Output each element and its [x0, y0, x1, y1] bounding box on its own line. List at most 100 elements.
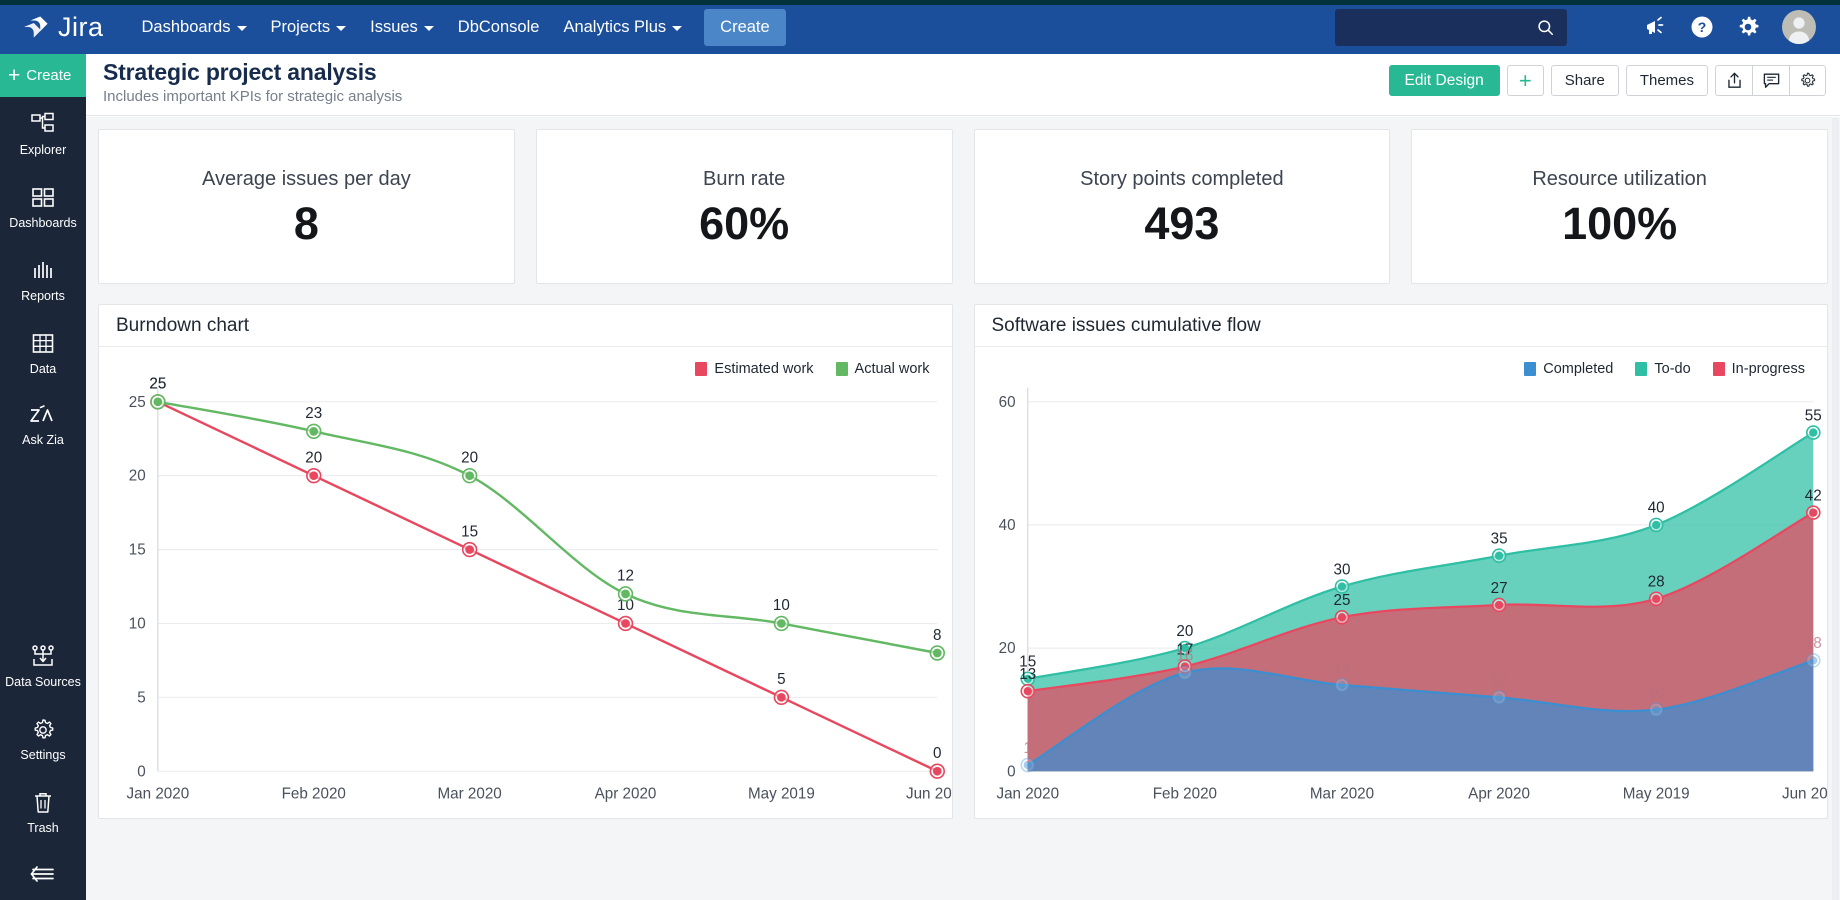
nav-item-issues[interactable]: Issues: [358, 0, 446, 54]
svg-text:16: 16: [1176, 648, 1193, 665]
svg-text:18: 18: [1804, 635, 1821, 652]
legend-item-estimated-work[interactable]: Estimated work: [695, 361, 814, 378]
sidebar-item-label: Dashboards: [9, 216, 77, 230]
avatar[interactable]: [1782, 10, 1816, 44]
legend-item-todo[interactable]: To-do: [1635, 361, 1691, 378]
legend-label: Estimated work: [714, 361, 814, 378]
svg-text:28: 28: [1647, 574, 1664, 591]
top-navigation-bar: Jira Dashboards Projects Issues DbConsol…: [0, 0, 1840, 54]
svg-text:10: 10: [1647, 685, 1664, 702]
sidebar-item-label: Explorer: [19, 143, 67, 157]
sidebar-collapse-button[interactable]: [0, 848, 86, 900]
comment-icon: [1763, 73, 1779, 88]
comment-button[interactable]: [1752, 65, 1789, 96]
svg-text:20: 20: [998, 640, 1015, 657]
svg-text:Mar 2020: Mar 2020: [1309, 786, 1373, 803]
kpi-card-story-points-completed[interactable]: Story points completed 493: [973, 129, 1391, 284]
svg-text:40: 40: [998, 517, 1015, 534]
svg-text:May 2019: May 2019: [748, 786, 815, 803]
svg-text:Jun 2020: Jun 2020: [906, 786, 952, 803]
chart-card-burndown[interactable]: Burndown chart Estimated work Actual wor…: [98, 304, 953, 819]
svg-text:Apr 2020: Apr 2020: [595, 786, 657, 803]
sidebar-item-label: Reports: [21, 289, 65, 303]
nav-label: DbConsole: [457, 17, 540, 36]
dashboard-settings-button[interactable]: [1789, 65, 1826, 96]
add-widget-button[interactable]: +: [1506, 65, 1544, 96]
svg-text:0: 0: [1007, 763, 1015, 780]
svg-text:Jun 2020: Jun 2020: [1781, 786, 1827, 803]
data-sources-icon: [32, 645, 54, 666]
nav-item-analytics-plus[interactable]: Analytics Plus: [551, 0, 694, 54]
svg-text:23: 23: [305, 405, 322, 422]
burndown-chart-plot: 0 5 10 15 20 25 Jan 2020 Feb 2020 Mar 2020 Apr 20…: [127, 376, 952, 803]
nav-item-dbconsole[interactable]: DbConsole: [446, 0, 552, 54]
kpi-card-average-issues-per-day[interactable]: Average issues per day 8: [98, 129, 515, 284]
legend-label: Completed: [1543, 361, 1614, 378]
kpi-card-row: Average issues per day 8 Burn rate 60% S…: [98, 129, 1828, 284]
nav-item-projects[interactable]: Projects: [259, 0, 359, 54]
sidebar-item-data[interactable]: Data: [0, 316, 86, 389]
jira-logo[interactable]: Jira: [24, 11, 104, 42]
share-button[interactable]: Share: [1550, 65, 1619, 96]
svg-text:20: 20: [461, 450, 478, 467]
legend-swatch: [835, 362, 848, 377]
kpi-card-burn-rate[interactable]: Burn rate 60%: [535, 129, 953, 284]
sidebar-item-ask-zia[interactable]: Ask Zia: [0, 389, 86, 460]
legend-label: To-do: [1654, 361, 1691, 378]
legend-item-completed[interactable]: Completed: [1524, 361, 1613, 377]
kpi-value: 493: [1144, 197, 1220, 249]
kpi-label: Story points completed: [1080, 167, 1284, 190]
sidebar-item-reports[interactable]: Reports: [0, 243, 86, 316]
sidebar-create-button[interactable]: + Create: [0, 54, 86, 97]
topnav-create-button[interactable]: Create: [704, 8, 786, 46]
svg-text:20: 20: [129, 468, 146, 485]
legend-label: Actual work: [854, 361, 930, 378]
chart-title: Burndown chart: [116, 314, 250, 336]
header-icon-button-group: [1715, 65, 1826, 96]
svg-text:42: 42: [1804, 488, 1821, 505]
announcement-icon[interactable]: [1644, 16, 1668, 38]
themes-button[interactable]: Themes: [1625, 65, 1708, 96]
legend-swatch: [1712, 362, 1725, 377]
export-button[interactable]: [1715, 65, 1752, 96]
sidebar-create-label: Create: [26, 67, 72, 84]
svg-text:10: 10: [773, 597, 790, 614]
page-title: Strategic project analysis: [103, 59, 377, 85]
kpi-label: Burn rate: [702, 167, 786, 190]
jira-brand-text: Jira: [58, 11, 104, 42]
page-scrollbar[interactable]: [1832, 118, 1839, 900]
chevron-down-icon: [672, 26, 683, 31]
settings-icon[interactable]: [1736, 15, 1760, 39]
chevron-down-icon: [236, 26, 247, 31]
chart-card-cumulative-flow[interactable]: Software issues cumulative flow Complete…: [973, 304, 1828, 819]
cumulative-flow-chart-body: Completed To-do In-progress 0 20 40 60 Jan 2…: [975, 347, 1827, 818]
sidebar-item-data-sources[interactable]: Data Sources: [0, 629, 86, 702]
cumulative-flow-chart-plot: 0 20 40 60 Jan 2020 Feb 2020 Mar 2020 Apr 2020 M…: [996, 387, 1827, 803]
kpi-value: 8: [293, 197, 319, 249]
sidebar-item-dashboards[interactable]: Dashboards: [0, 170, 86, 243]
sidebar-item-trash[interactable]: Trash: [0, 775, 86, 848]
svg-text:14: 14: [1333, 660, 1350, 677]
svg-text:8: 8: [933, 627, 941, 644]
legend-item-actual-work[interactable]: Actual work: [835, 361, 930, 378]
legend-swatch: [1635, 362, 1648, 377]
edit-design-button[interactable]: Edit Design: [1388, 65, 1500, 96]
page-header: Strategic project analysis Includes impo…: [86, 54, 1840, 116]
nav-item-dashboards[interactable]: Dashboards: [130, 0, 259, 54]
kpi-value: 100%: [1562, 197, 1678, 249]
kpi-value: 60%: [699, 197, 790, 249]
help-icon[interactable]: ?: [1690, 15, 1714, 39]
svg-text:25: 25: [129, 394, 146, 411]
nav-label: Issues: [370, 17, 418, 36]
jira-analytics-app: Jira Dashboards Projects Issues DbConsol…: [0, 0, 1840, 900]
chart-header: Software issues cumulative flow: [974, 305, 1827, 348]
legend-item-in-progress[interactable]: In-progress: [1712, 361, 1805, 377]
topnav-icon-group: ?: [1644, 0, 1826, 54]
sidebar-item-settings[interactable]: Settings: [0, 702, 86, 775]
search-input[interactable]: [1335, 9, 1567, 46]
svg-text:5: 5: [777, 671, 785, 688]
sidebar-item-explorer[interactable]: Explorer: [0, 97, 86, 170]
top-accent-strip: [0, 0, 1840, 5]
kpi-card-resource-utilization[interactable]: Resource utilization 100%: [1411, 129, 1828, 284]
ask-zia-icon: [30, 405, 53, 422]
